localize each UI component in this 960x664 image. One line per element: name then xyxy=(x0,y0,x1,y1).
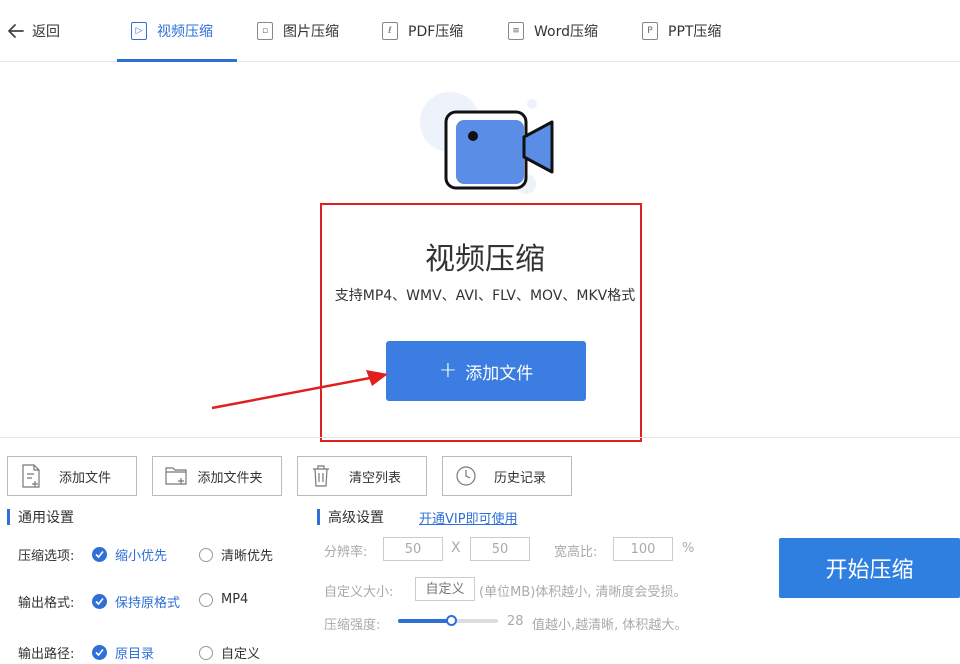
toolbar-add-folder-button[interactable]: 添加文件夹 xyxy=(152,456,282,496)
aspect-ratio-unit: % xyxy=(682,541,695,556)
format-option-keep-original-label: 保持原格式 xyxy=(115,596,181,611)
toolbar-clear-list-label: 清空列表 xyxy=(348,470,401,486)
hero-title: 视频压缩 xyxy=(425,242,545,277)
resolution-label: 分辨率: xyxy=(324,545,368,560)
output-format-label: 输出格式: xyxy=(18,596,75,611)
resolution-width-input[interactable] xyxy=(383,537,443,561)
slider-fill xyxy=(398,619,451,623)
aspect-ratio-label: 宽高比: xyxy=(554,545,598,560)
section-marker xyxy=(317,509,320,525)
start-compress-button[interactable]: 开始压缩 xyxy=(779,538,960,598)
aspect-ratio-input[interactable] xyxy=(613,537,673,561)
compress-option-quality-first[interactable]: 清晰优先 xyxy=(199,545,273,564)
format-option-mp4-label: MP4 xyxy=(221,592,249,607)
compress-strength-label: 压缩强度: xyxy=(324,618,381,633)
tab-label: Word压缩 xyxy=(534,24,598,40)
add-file-label: 添加文件 xyxy=(465,363,534,384)
toolbar-add-file-button[interactable]: 添加文件 xyxy=(7,456,137,496)
checked-icon xyxy=(92,594,107,609)
supported-formats: 支持MP4、WMV、AVI、FLV、MOV、MKV格式 xyxy=(334,288,636,304)
toolbar-clear-list-button[interactable]: 清空列表 xyxy=(297,456,427,496)
plus-icon: + xyxy=(438,358,458,383)
compress-option-size-first[interactable]: 缩小优先 xyxy=(92,545,167,564)
compress-option-size-first-label: 缩小优先 xyxy=(115,549,168,564)
video-doc-icon: ▷ xyxy=(131,22,147,40)
compress-option-label: 压缩选项: xyxy=(18,549,75,564)
arrow-left-icon xyxy=(8,24,24,38)
path-option-original-dir[interactable]: 原目录 xyxy=(92,643,154,662)
image-doc-icon: ▫ xyxy=(257,22,273,40)
file-add-icon xyxy=(22,464,40,488)
tab-label: PPT压缩 xyxy=(668,24,722,40)
format-option-keep-original[interactable]: 保持原格式 xyxy=(92,592,180,611)
tab-pdf-compress[interactable]: ℓ PDF压缩 xyxy=(382,0,463,62)
radio-icon xyxy=(199,645,213,660)
tab-label: 图片压缩 xyxy=(283,24,339,40)
active-tab-indicator xyxy=(117,59,237,62)
checked-icon xyxy=(92,645,107,660)
ppt-doc-icon: P xyxy=(642,22,658,40)
output-path-label: 输出路径: xyxy=(18,647,75,662)
clock-icon xyxy=(456,466,476,486)
tab-word-compress[interactable]: ≡ Word压缩 xyxy=(508,0,598,62)
path-option-custom[interactable]: 自定义 xyxy=(199,643,260,662)
section-divider xyxy=(0,437,960,438)
general-settings-title: 通用设置 xyxy=(7,508,74,526)
back-label: 返回 xyxy=(32,24,60,40)
radio-icon xyxy=(199,592,213,607)
path-option-custom-label: 自定义 xyxy=(221,647,261,662)
toolbar-add-folder-label: 添加文件夹 xyxy=(197,470,263,486)
compress-option-quality-first-label: 清晰优先 xyxy=(221,549,274,564)
tab-video-compress[interactable]: ▷ 视频压缩 xyxy=(131,0,213,62)
resolution-separator: X xyxy=(451,540,461,556)
toolbar-history-button[interactable]: 历史记录 xyxy=(442,456,572,496)
custom-size-input[interactable] xyxy=(415,577,475,601)
compress-strength-slider[interactable] xyxy=(398,615,498,626)
radio-icon xyxy=(199,547,213,562)
toolbar-history-label: 历史记录 xyxy=(493,470,546,486)
general-settings-label: 通用设置 xyxy=(18,510,74,526)
top-nav: 返回 ▷ 视频压缩 ▫ 图片压缩 ℓ PDF压缩 ≡ Word压缩 P PPT压… xyxy=(0,0,960,62)
trash-icon xyxy=(313,465,329,487)
vip-upgrade-link[interactable]: 开通VIP即可使用 xyxy=(419,508,518,527)
advanced-settings-label: 高级设置 xyxy=(328,510,384,526)
checked-icon xyxy=(92,547,107,562)
tab-ppt-compress[interactable]: P PPT压缩 xyxy=(642,0,721,62)
format-option-mp4[interactable]: MP4 xyxy=(199,592,248,607)
compress-strength-hint: 值越小,越清晰, 体积越大。 xyxy=(532,618,688,633)
folder-add-icon xyxy=(165,467,187,485)
video-camera-icon xyxy=(420,92,554,194)
pdf-doc-icon: ℓ xyxy=(382,22,398,40)
tab-label: PDF压缩 xyxy=(408,24,464,40)
word-doc-icon: ≡ xyxy=(508,22,524,40)
section-marker xyxy=(7,509,10,525)
path-option-original-dir-label: 原目录 xyxy=(115,647,155,662)
custom-size-hint: (单位MB)体积越小, 清晰度会受损。 xyxy=(479,585,687,600)
back-button[interactable]: 返回 xyxy=(6,20,60,42)
advanced-settings-title: 高级设置 xyxy=(317,508,384,526)
tab-image-compress[interactable]: ▫ 图片压缩 xyxy=(257,0,339,62)
compress-strength-value: 28 xyxy=(507,614,524,629)
toolbar-add-file-label: 添加文件 xyxy=(58,470,111,486)
custom-size-label: 自定义大小: xyxy=(324,585,394,600)
resolution-height-input[interactable] xyxy=(470,537,530,561)
tab-label: 视频压缩 xyxy=(157,24,213,40)
arrow-pointer-icon xyxy=(211,370,388,410)
add-file-button[interactable]: + 添加文件 xyxy=(386,341,586,401)
slider-handle[interactable] xyxy=(446,615,457,626)
